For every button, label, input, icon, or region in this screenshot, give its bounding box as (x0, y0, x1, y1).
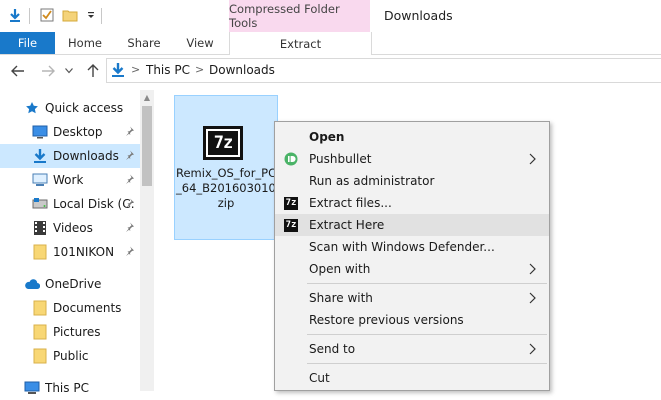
menu-separator (307, 283, 547, 284)
pushbullet-icon (283, 151, 299, 167)
folder-icon (32, 300, 48, 316)
nav-work[interactable]: Work (0, 168, 140, 192)
pin-icon[interactable] (124, 197, 136, 209)
quick-access-separator (29, 8, 30, 24)
file-name-line-2: _64_B2016030106. (176, 181, 287, 195)
new-folder-icon[interactable] (61, 6, 79, 24)
nav-videos[interactable]: Videos (0, 216, 140, 240)
monitor-icon (32, 172, 48, 188)
menu-item-extract-files[interactable]: 7z Extract files... (275, 192, 549, 214)
menu-item-pushbullet[interactable]: Pushbullet (275, 148, 549, 170)
properties-icon[interactable] (38, 6, 56, 24)
nav-onedrive-documents[interactable]: Documents (0, 296, 140, 320)
nav-onedrive-pictures[interactable]: Pictures (0, 320, 140, 344)
customize-dropdown-icon[interactable] (82, 6, 100, 24)
folder-icon (32, 244, 48, 260)
breadcrumb-downloads[interactable]: Downloads (209, 63, 275, 77)
tab-file[interactable]: File (0, 32, 55, 54)
submenu-arrow-icon (527, 262, 537, 276)
video-icon (32, 220, 48, 236)
context-menu: Open Pushbullet Run as administrator 7z … (274, 121, 550, 391)
download-arrow-icon[interactable] (6, 6, 24, 24)
tab-extract[interactable]: Extract (229, 32, 372, 55)
breadcrumb-separator: > (131, 63, 141, 76)
7zip-icon: 7z (284, 218, 298, 232)
menu-item-extract-here[interactable]: 7z Extract Here (275, 214, 549, 236)
scroll-up-arrow-icon[interactable]: ▲ (140, 90, 154, 104)
cloud-icon (24, 276, 40, 292)
downloads-location-icon (110, 62, 126, 78)
pin-icon[interactable] (124, 221, 136, 233)
folder-icon (32, 348, 48, 364)
disk-icon (32, 196, 48, 212)
nav-desktop[interactable]: Desktop (0, 120, 140, 144)
nav-quick-access[interactable]: Quick access (0, 96, 140, 120)
7zip-icon: 7z (284, 196, 298, 210)
menu-separator (307, 363, 547, 364)
star-icon (24, 100, 40, 116)
nav-this-pc[interactable]: This PC (0, 376, 140, 400)
context-tab-group: Compressed Folder Tools (229, 0, 370, 32)
menu-item-run-as-administrator[interactable]: Run as administrator (275, 170, 549, 192)
back-arrow-icon[interactable] (10, 62, 26, 80)
nav-scroll-thumb[interactable] (142, 106, 152, 186)
computer-icon (24, 380, 40, 396)
menu-item-open[interactable]: Open (275, 126, 549, 148)
nav-local-disk[interactable]: Local Disk (C: (0, 192, 140, 216)
recent-locations-chevron-icon[interactable] (64, 62, 74, 80)
menu-separator (307, 334, 547, 335)
tab-share[interactable]: Share (121, 32, 167, 54)
menu-item-cut[interactable]: Cut (275, 367, 549, 389)
breadcrumb-separator: > (195, 63, 205, 76)
submenu-arrow-icon (527, 152, 537, 166)
window-title: Downloads (384, 8, 453, 23)
nav-onedrive-public[interactable]: Public (0, 344, 140, 368)
download-icon (32, 148, 48, 164)
menu-item-restore-previous-versions[interactable]: Restore previous versions (275, 309, 549, 331)
nav-101nikon[interactable]: 101NIKON (0, 240, 140, 264)
file-name-line-3: zip (217, 196, 235, 210)
pin-icon[interactable] (124, 125, 136, 137)
menu-item-scan-windows-defender[interactable]: Scan with Windows Defender... (275, 236, 549, 258)
menu-item-send-to[interactable]: Send to (275, 338, 549, 360)
forward-arrow-icon[interactable] (40, 62, 56, 80)
quick-access-separator-2 (101, 8, 102, 24)
menu-item-open-with[interactable]: Open with (275, 258, 549, 280)
pin-icon[interactable] (124, 149, 136, 161)
breadcrumb-this-pc[interactable]: This PC (146, 63, 190, 77)
desktop-icon (32, 124, 48, 140)
file-name-line-1: Remix_OS_for_PC (176, 166, 277, 180)
submenu-arrow-icon (527, 291, 537, 305)
submenu-arrow-icon (527, 342, 537, 356)
menu-item-share-with[interactable]: Share with (275, 287, 549, 309)
folder-icon (32, 324, 48, 340)
tab-view[interactable]: View (180, 32, 220, 54)
tab-home[interactable]: Home (63, 32, 107, 54)
pin-icon[interactable] (124, 245, 136, 257)
pin-icon[interactable] (124, 173, 136, 185)
up-arrow-icon[interactable] (85, 62, 101, 80)
7zip-archive-icon: 7z (203, 126, 243, 160)
nav-onedrive[interactable]: OneDrive (0, 272, 140, 296)
nav-downloads[interactable]: Downloads (0, 144, 140, 168)
